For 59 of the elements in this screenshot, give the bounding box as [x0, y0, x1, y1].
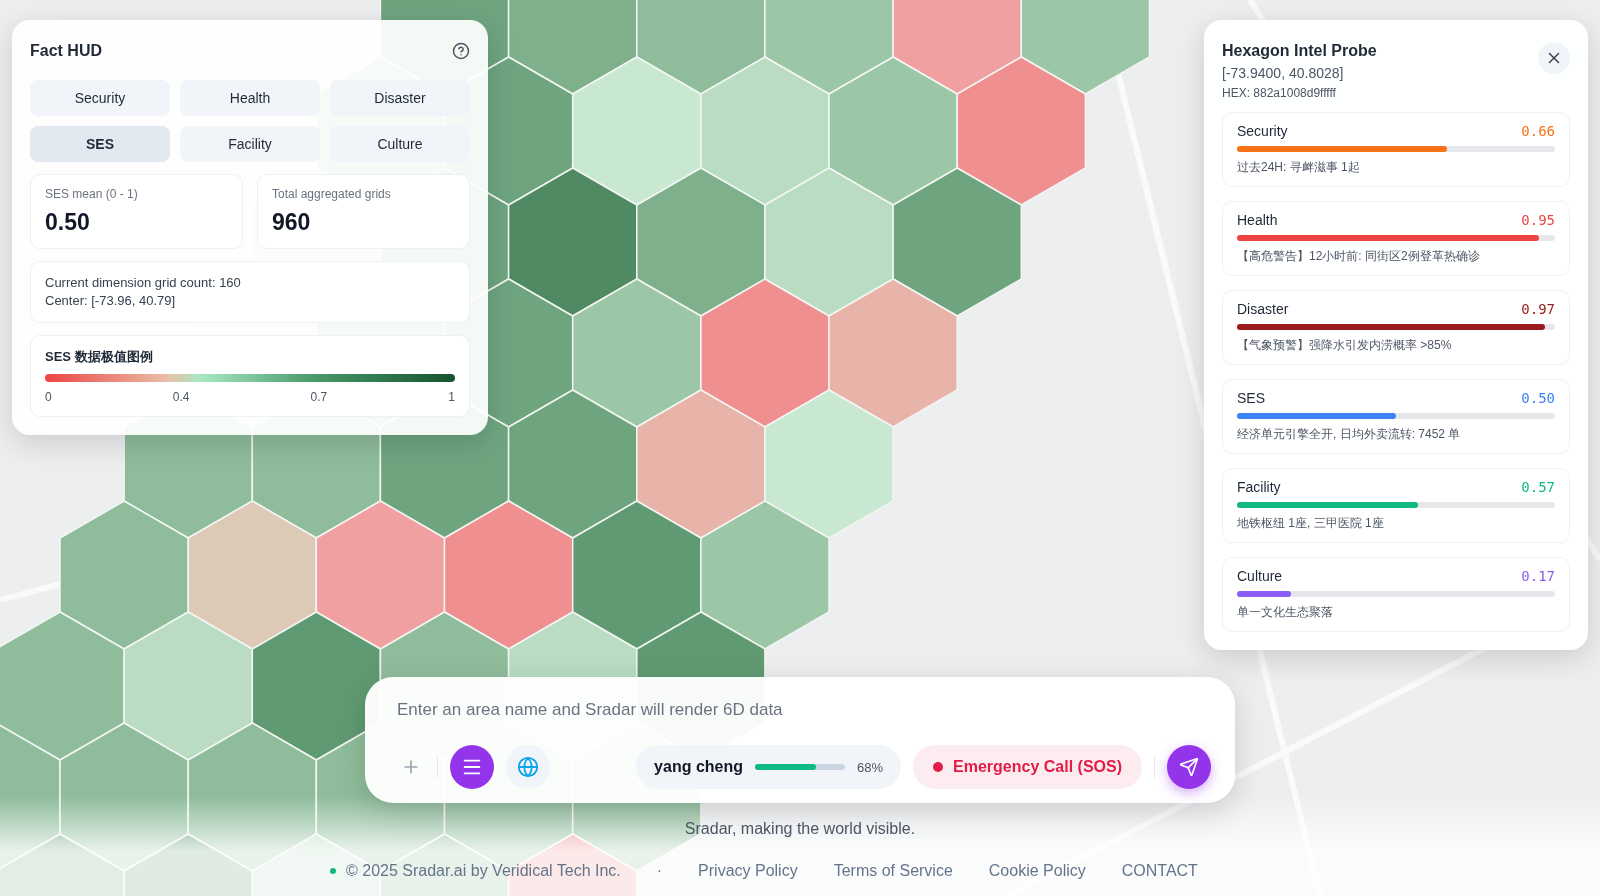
tagline-text: Sradar, making the world visible.: [684, 820, 916, 837]
hex-id-text: HEX: 882a1008d9fffff: [1222, 86, 1337, 100]
footer-link[interactable]: CONTACT: [1121, 862, 1198, 880]
info-text: Center: [-73.96, 40.79]: [45, 292, 177, 311]
metric-name: Culture: [1237, 568, 1283, 584]
metric-note: 地铁枢纽 1座, 三甲医院 1座: [1237, 515, 1385, 532]
metric-value: 0.66: [1521, 123, 1555, 139]
help-icon[interactable]: [452, 42, 470, 60]
close-button[interactable]: [1538, 42, 1570, 74]
globe-button[interactable]: [506, 745, 550, 789]
metric-name: Security: [1237, 123, 1288, 139]
footer-link[interactable]: Terms of Service: [833, 862, 953, 880]
status-dot-icon: [330, 868, 336, 874]
metric-note: 经济单元引擎全开, 日均外卖流转: 7452 单: [1237, 426, 1462, 443]
metric-name: SES: [1237, 390, 1265, 406]
panel-title: Hexagon Intel Probe: [1222, 42, 1377, 60]
metric-value: 0.50: [1521, 390, 1555, 406]
footer-link[interactable]: Privacy Policy: [698, 862, 798, 880]
dimension-tab[interactable]: Security: [30, 80, 170, 116]
metric-value: 0.17: [1521, 568, 1555, 584]
stat-value: 0.50: [45, 209, 91, 236]
footer-link[interactable]: Cookie Policy: [988, 862, 1086, 880]
send-button[interactable]: [1167, 745, 1211, 789]
metric-value: 0.57: [1521, 479, 1555, 495]
user-name: yang cheng: [654, 758, 743, 776]
metric-name: Disaster: [1237, 301, 1289, 317]
legend-tick: 1: [448, 390, 455, 405]
dimension-tab[interactable]: Disaster: [330, 80, 470, 116]
legend-tick: 0.4: [172, 390, 190, 405]
dimension-tab[interactable]: Health: [180, 80, 320, 116]
metric-note: 单一文化生态聚落: [1237, 604, 1334, 621]
menu-button[interactable]: [450, 745, 494, 789]
metric-note: 【气象预警】强降水引发内涝概率 >85%: [1237, 337, 1453, 354]
panel-title: Fact HUD: [30, 42, 102, 60]
progress-reading: 68%: [857, 759, 884, 775]
info-text: Current dimension grid count: 160: [45, 274, 242, 292]
stat-value: 960: [272, 209, 312, 236]
sos-button[interactable]: Emergency Call (SOS): [913, 745, 1142, 789]
dimension-tab[interactable]: Facility: [180, 126, 320, 162]
dimension-tab[interactable]: Culture: [330, 126, 470, 162]
stat-label: SES mean (0 - 1): [45, 187, 139, 201]
metric-note: 过去24H: 寻衅滋事 1起: [1237, 159, 1361, 176]
metric-value: 0.97: [1521, 301, 1555, 317]
dimension-tab[interactable]: SES: [30, 126, 170, 162]
metric-name: Facility: [1237, 479, 1281, 495]
metric-value: 0.95: [1521, 212, 1555, 228]
search-field[interactable]: Enter an area name and Sradar will render 6D data: [397, 697, 1211, 723]
stat-label: Total aggregated grids: [272, 187, 392, 201]
globe-icon: [517, 756, 539, 778]
alert-dot-icon: [933, 762, 944, 772]
legend-tick: 0.7: [310, 390, 328, 405]
legend-tick: 0: [45, 390, 52, 405]
separator-text: ·: [656, 862, 663, 880]
legend-title: SES 数据极值图例: [45, 348, 154, 367]
coordinates-text: [-73.9400, 40.8028]: [1222, 65, 1345, 81]
copyright-text: © 2025 Sradar.ai by Veridical Tech Inc.: [330, 862, 621, 880]
metric-name: Health: [1237, 212, 1278, 228]
metric-note: 【高危警告】12小时前: 同街区2例登革热确诊: [1237, 248, 1481, 265]
send-icon: [1179, 757, 1199, 777]
